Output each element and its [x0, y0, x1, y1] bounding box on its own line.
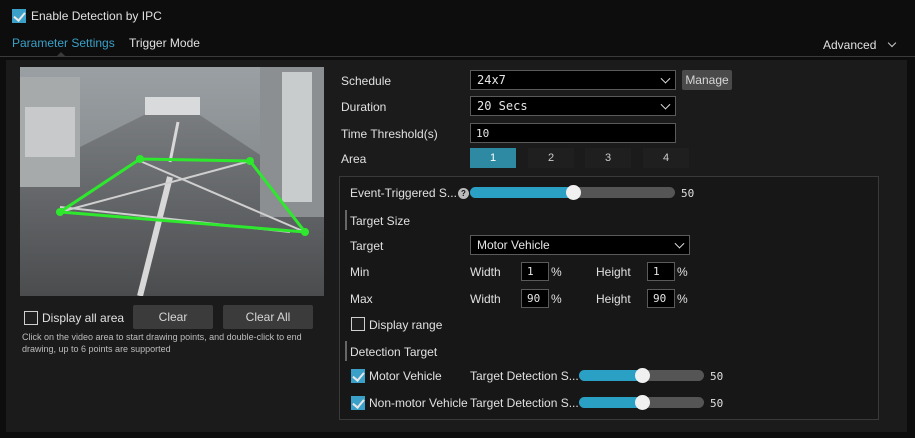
drawing-hint: Click on the video area to start drawing…	[22, 332, 302, 354]
event-sensitivity-label: Event-Triggered S...	[350, 186, 457, 200]
max-width-label: Width	[470, 292, 501, 306]
chevron-down-icon[interactable]	[887, 38, 897, 48]
enable-detection-label: Enable Detection by IPC	[31, 9, 162, 23]
min-height-input[interactable]: 1	[647, 262, 675, 281]
clear-button[interactable]: Clear	[133, 305, 213, 329]
active-tab-caret	[56, 52, 66, 57]
min-label: Min	[350, 265, 370, 279]
chevron-down-icon	[674, 238, 685, 249]
motor-detection-sensitivity-knob[interactable]	[634, 368, 650, 383]
motor-vehicle-label: Motor Vehicle	[369, 369, 442, 383]
non-motor-detection-sensitivity-fill	[579, 397, 642, 408]
display-all-area-checkbox[interactable]	[24, 311, 38, 325]
min-width-label: Width	[470, 265, 501, 279]
area-button-3[interactable]: 3	[585, 148, 631, 168]
non-motor-vehicle-label: Non-motor Vehicle	[369, 396, 468, 410]
advanced-dropdown[interactable]: Advanced	[823, 38, 876, 52]
display-all-area-label: Display all area	[42, 311, 125, 325]
non-motor-detection-sensitivity-slider[interactable]	[579, 395, 704, 410]
schedule-label: Schedule	[341, 74, 392, 88]
tab-trigger-mode[interactable]: Trigger Mode	[129, 36, 200, 50]
motor-detection-sensitivity-slider[interactable]	[579, 368, 704, 383]
clear-all-button[interactable]: Clear All	[223, 305, 313, 329]
motor-detection-sensitivity-fill	[579, 370, 642, 381]
max-width-input[interactable]: 90	[521, 289, 549, 308]
section-divider	[345, 341, 347, 361]
target-label: Target	[350, 239, 384, 253]
percent-unit: %	[551, 292, 562, 306]
min-height-label: Height	[596, 265, 631, 279]
tab-parameter-settings[interactable]: Parameter Settings	[12, 36, 115, 50]
duration-label: Duration	[341, 100, 387, 114]
target-value: Motor Vehicle	[477, 238, 550, 252]
area-button-4[interactable]: 4	[643, 148, 689, 168]
chevron-down-icon	[660, 73, 671, 84]
max-label: Max	[350, 292, 373, 306]
chevron-down-icon	[660, 99, 671, 110]
motor-detection-sensitivity-label: Target Detection S...	[470, 369, 579, 383]
non-motor-detection-sensitivity-label: Target Detection S...	[470, 396, 579, 410]
section-divider	[345, 210, 347, 230]
help-icon[interactable]: ?	[458, 188, 469, 199]
area-button-1[interactable]: 1	[470, 148, 516, 168]
schedule-select[interactable]: 24x7	[470, 70, 676, 90]
display-range-checkbox[interactable]	[351, 317, 365, 331]
event-sensitivity-fill	[470, 187, 573, 198]
manage-button[interactable]: Manage	[682, 70, 732, 90]
display-range-label: Display range	[369, 318, 443, 332]
non-motor-detection-sensitivity-knob[interactable]	[634, 395, 650, 410]
motor-detection-sensitivity-value: 50	[710, 370, 724, 383]
min-width-input[interactable]: 1	[521, 262, 549, 281]
target-select[interactable]: Motor Vehicle	[470, 235, 690, 255]
percent-unit: %	[551, 265, 562, 279]
motor-vehicle-checkbox[interactable]	[351, 369, 365, 383]
duration-select[interactable]: 20 Secs	[470, 96, 676, 116]
non-motor-vehicle-checkbox[interactable]	[351, 396, 365, 410]
detection-target-heading: Detection Target	[350, 345, 438, 359]
enable-detection-checkbox[interactable]	[12, 9, 26, 23]
time-threshold-input[interactable]: 10	[470, 123, 676, 143]
event-sensitivity-slider[interactable]	[470, 185, 675, 200]
area-button-2[interactable]: 2	[528, 148, 574, 168]
percent-unit: %	[677, 292, 688, 306]
area-label: Area	[341, 152, 367, 166]
time-threshold-label: Time Threshold(s)	[341, 127, 438, 141]
video-scene	[20, 67, 324, 296]
event-sensitivity-knob[interactable]	[565, 185, 581, 200]
max-height-label: Height	[596, 292, 631, 306]
max-height-input[interactable]: 90	[647, 289, 675, 308]
video-preview[interactable]	[20, 67, 324, 296]
percent-unit: %	[677, 265, 688, 279]
schedule-value: 24x7	[477, 73, 506, 87]
target-size-heading: Target Size	[350, 214, 411, 228]
non-motor-detection-sensitivity-value: 50	[710, 397, 724, 410]
tab-divider	[0, 56, 915, 57]
event-sensitivity-value: 50	[681, 187, 695, 200]
duration-value: 20 Secs	[477, 99, 528, 113]
